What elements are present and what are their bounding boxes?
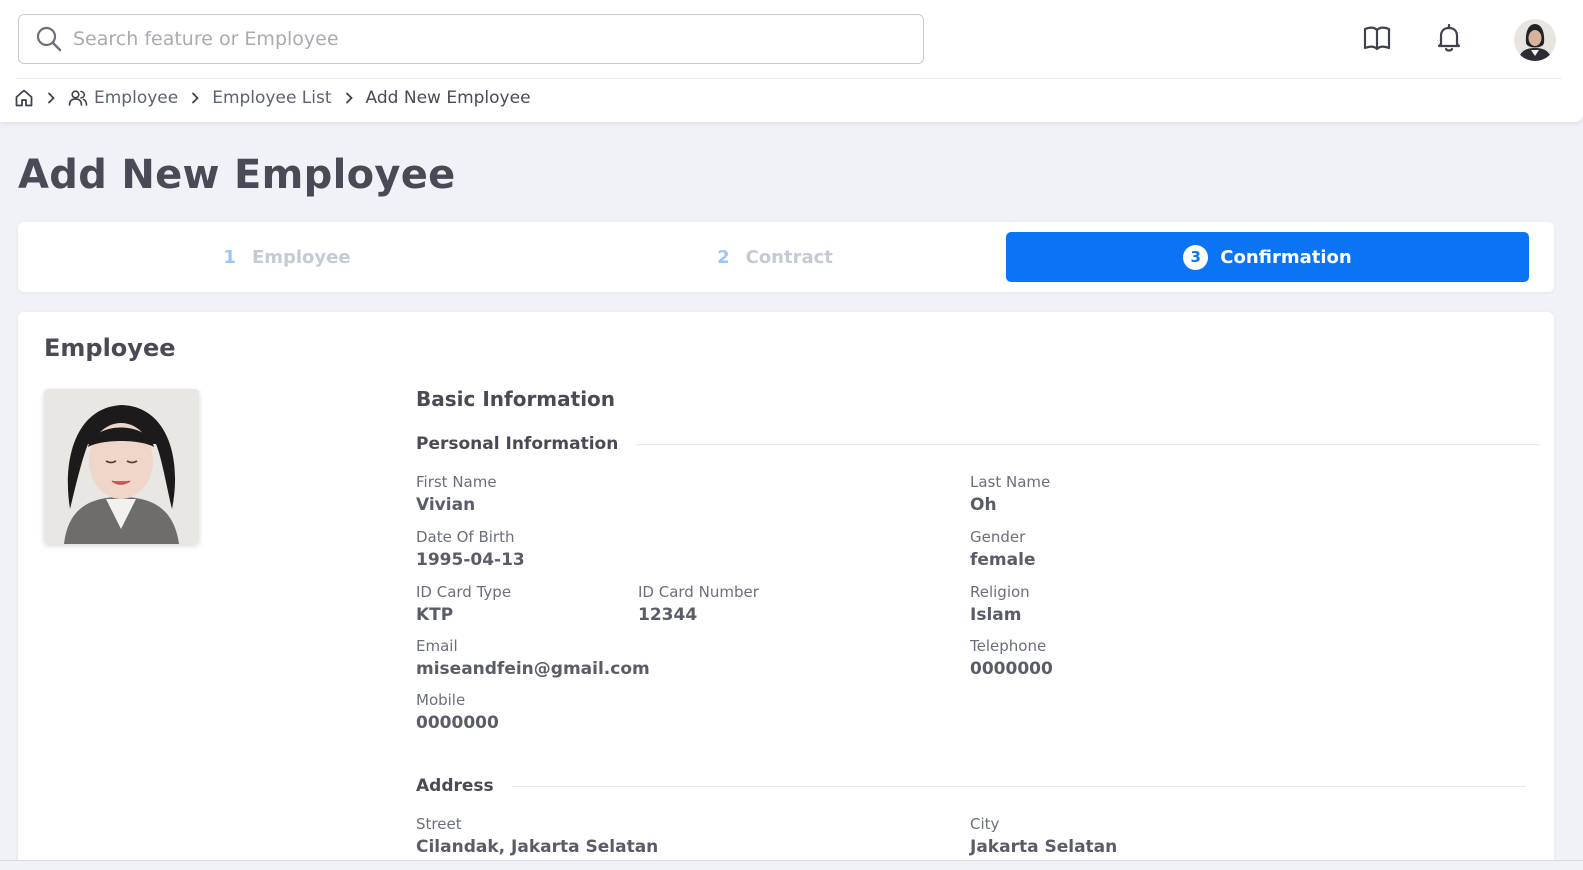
breadcrumb-employee-label: Employee	[94, 88, 179, 108]
step-number: 2	[717, 246, 730, 268]
field-id-card-number: ID Card Number 12344	[638, 582, 759, 627]
field-label: Date Of Birth	[416, 528, 515, 546]
field-city: City Jakarta Selatan	[970, 814, 1117, 859]
employee-photo	[44, 389, 199, 544]
field-id-card-type: ID Card Type KTP	[416, 582, 511, 627]
step-label: Employee	[251, 246, 351, 268]
field-value: KTP	[416, 605, 454, 625]
home-icon[interactable]	[14, 88, 34, 108]
field-value: miseandfein@gmail.com	[416, 659, 650, 679]
address-label: Address	[416, 776, 494, 796]
step-confirmation[interactable]: 3 Confirmation	[1006, 232, 1529, 282]
step-contract[interactable]: 2 Contract	[516, 232, 1034, 282]
field-label: City	[970, 815, 1000, 833]
field-value: 0000000	[416, 713, 499, 733]
step-label: Confirmation	[1220, 246, 1352, 268]
search-input[interactable]	[73, 28, 893, 50]
field-label: ID Card Number	[638, 583, 759, 601]
field-mobile: Mobile 0000000	[416, 690, 499, 735]
avatar[interactable]	[1514, 19, 1556, 61]
book-icon[interactable]	[1359, 20, 1395, 56]
chevron-right-icon	[344, 92, 354, 104]
employee-card: Employee Basic Information Personal Info…	[18, 312, 1554, 870]
step-label: Contract	[745, 246, 833, 268]
window-bottom-edge	[0, 860, 1583, 870]
field-label: ID Card Type	[416, 583, 512, 601]
bell-icon[interactable]	[1431, 20, 1467, 56]
field-value: Islam	[970, 605, 1022, 625]
address-heading: Address	[416, 776, 1526, 796]
field-value: 12344	[638, 605, 698, 625]
field-label: First Name	[416, 473, 497, 491]
breadcrumb-current: Add New Employee	[365, 88, 531, 108]
field-email: Email miseandfein@gmail.com	[416, 636, 650, 681]
personal-info-label: Personal Information	[416, 434, 619, 454]
field-value: 0000000	[970, 659, 1053, 679]
field-label: Mobile	[416, 691, 466, 709]
field-first-name: First Name Vivian	[416, 472, 497, 517]
card-title: Employee	[44, 334, 176, 362]
field-value: female	[970, 550, 1036, 570]
top-bar: Employee Employee List Add New Employee	[0, 0, 1583, 122]
chevron-right-icon	[190, 92, 200, 104]
divider	[511, 785, 1526, 787]
search-icon	[36, 26, 62, 52]
header-divider	[16, 78, 1562, 79]
stepper: 1 Employee 2 Contract 3 Confirmation	[18, 222, 1554, 292]
field-value: 1995-04-13	[416, 550, 525, 570]
field-religion: Religion Islam	[970, 582, 1030, 627]
search-box[interactable]	[18, 14, 924, 64]
field-value: Jakarta Selatan	[970, 837, 1118, 857]
divider	[636, 443, 1541, 445]
personal-info-heading: Personal Information	[416, 434, 1541, 454]
field-label: Street	[416, 815, 462, 833]
field-telephone: Telephone 0000000	[970, 636, 1053, 681]
field-street: Street Cilandak, Jakarta Selatan	[416, 814, 658, 859]
section-title: Basic Information	[416, 387, 616, 411]
field-value: Oh	[970, 495, 997, 515]
field-value: Vivian	[416, 495, 476, 515]
breadcrumb-employee[interactable]: Employee	[68, 88, 178, 108]
field-label: Religion	[970, 583, 1030, 601]
field-date-of-birth: Date Of Birth 1995-04-13	[416, 527, 525, 572]
field-label: Last Name	[970, 473, 1051, 491]
field-label: Email	[416, 637, 458, 655]
step-number: 1	[223, 246, 236, 268]
step-number: 3	[1183, 244, 1209, 270]
users-icon	[68, 90, 88, 106]
field-label: Telephone	[970, 637, 1047, 655]
page-title: Add New Employee	[18, 152, 456, 198]
step-employee[interactable]: 1 Employee	[28, 232, 546, 282]
breadcrumb-employee-list[interactable]: Employee List	[212, 88, 331, 108]
field-last-name: Last Name Oh	[970, 472, 1050, 517]
chevron-right-icon	[46, 92, 56, 104]
field-gender: Gender female	[970, 527, 1035, 572]
field-label: Gender	[970, 528, 1026, 546]
field-value: Cilandak, Jakarta Selatan	[416, 837, 659, 857]
breadcrumb: Employee Employee List Add New Employee	[14, 86, 531, 110]
